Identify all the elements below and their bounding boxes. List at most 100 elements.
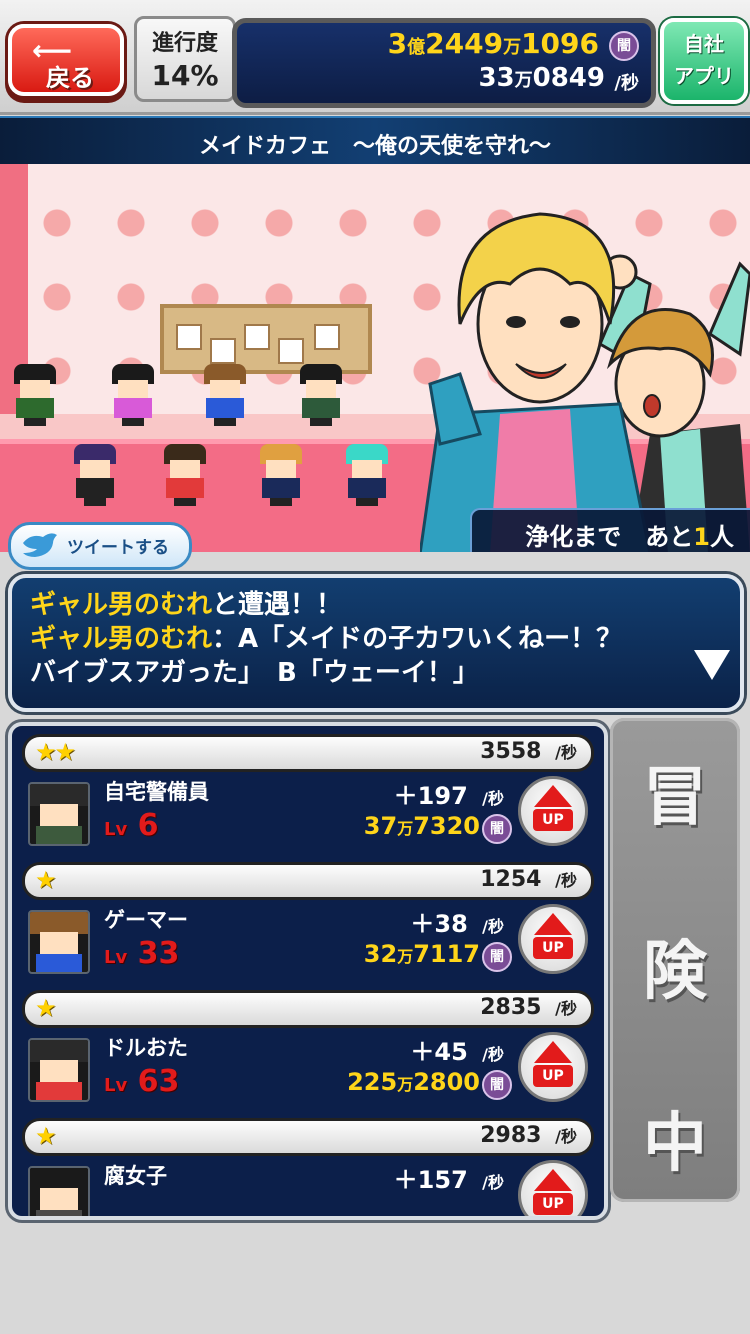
unit-gain: ＋197 /秒 (394, 776, 504, 811)
upgrade-cost: 37万7320 (364, 812, 480, 840)
app-button-line2: アプリ (674, 64, 734, 88)
level-up-button[interactable]: UP (518, 904, 588, 974)
adventure-char-3: 中 (643, 1107, 707, 1181)
adventure-char-2: 険 (643, 935, 707, 1009)
money-oku-unit: 億 (407, 37, 426, 58)
party-sprite (70, 444, 120, 506)
unit-portrait (28, 910, 90, 974)
gain-value: ＋157 (393, 1166, 468, 1194)
progress-value: 14% (151, 59, 219, 92)
money-panel: 3億2449万1096 闇 33万0849 /秒 (232, 18, 656, 108)
unit-portrait (28, 1166, 90, 1216)
party-sprite (256, 444, 306, 506)
cost-man: 37 (363, 812, 398, 840)
message-line-3: バイブスアガった」 B「ウェーイ！」 (30, 652, 479, 689)
unit-portrait (28, 782, 90, 846)
cost-unit: 万 (397, 1075, 414, 1094)
up-arrow-icon (534, 1169, 572, 1191)
level-prefix: Lv (104, 947, 128, 968)
enemy-boy-blond-hair (420, 212, 652, 552)
rate-unit: /秒 (482, 789, 504, 808)
upgrade-cost: 225万2800 (347, 1068, 480, 1096)
message-line-1: ギャル男のむれと遭遇！！ (30, 584, 342, 621)
yami-currency-icon: 闇 (609, 31, 639, 61)
unit-card: ★★ 3558 /秒 自宅警備員 Lv 6 ＋197 /秒 37万7320 闇 … (12, 726, 604, 856)
cost-rest: 7117 (413, 940, 480, 968)
message-window[interactable]: ギャル男のむれと遭遇！！ ギャル男のむれ：A「メイドの子カワいくねー！？ バイブ… (8, 574, 744, 712)
money-oku: 3 (387, 27, 408, 60)
unit-level: Lv 63 (104, 1064, 179, 1099)
battle-scene[interactable]: 浄化まで あと1人 (0, 164, 750, 552)
party-sprite (342, 444, 392, 506)
company-app-button[interactable]: 自社 アプリ (660, 18, 748, 104)
rate-unit: /秒 (482, 917, 504, 936)
remaining-number: 1 (693, 523, 710, 551)
adventure-status-button[interactable]: 冒 険 中 (610, 718, 740, 1202)
up-arrow-icon (534, 785, 572, 807)
back-button[interactable]: ⟵ 戻る (8, 24, 124, 96)
stage-title-bar: メイドカフェ ～俺の天使を守れ～ (0, 116, 750, 166)
party-sprite (108, 364, 158, 426)
bird-icon (23, 533, 57, 557)
rate-unit: /秒 (482, 1045, 504, 1064)
gain-value: ＋197 (393, 782, 468, 810)
app-button-line1: 自社 (684, 32, 724, 56)
level-value: 63 (137, 1064, 180, 1099)
remaining-suffix: 人 (710, 523, 734, 551)
level-prefix: Lv (104, 819, 128, 840)
cost-man: 32 (363, 940, 398, 968)
rate-value: 3558 (480, 739, 542, 764)
remaining-count-box: 浄化まで あと1人 (470, 508, 750, 552)
yami-currency-icon: 闇 (482, 942, 512, 972)
message-line-2: ギャル男のむれ：A「メイドの子カワいくねー！？ (30, 618, 622, 655)
message-text: ：A「メイドの子カワいくねー！？ (212, 624, 623, 654)
top-bar: ⟵ 戻る 進行度 14% 3億2449万1096 闇 33万0849 /秒 自社… (0, 0, 750, 115)
unit-gain: ＋45 /秒 (410, 1032, 504, 1067)
party-sprite (200, 364, 250, 426)
up-label: UP (533, 1193, 573, 1215)
rarity-stars-icon: ★ (35, 994, 56, 1022)
rate-man: 33 (478, 63, 515, 93)
back-button-label: 戻る (46, 64, 94, 92)
level-up-button[interactable]: UP (518, 1032, 588, 1102)
tweet-button[interactable]: ツイートする (8, 522, 192, 570)
unit-portrait (28, 1038, 90, 1102)
unit-name: ゲーマー (104, 908, 188, 932)
yami-currency-icon: 闇 (482, 1070, 512, 1100)
rarity-stars-icon: ★ (35, 1122, 56, 1150)
level-up-button[interactable]: UP (518, 776, 588, 846)
level-up-button[interactable]: UP (518, 1160, 588, 1216)
cost-rest: 2800 (413, 1068, 480, 1096)
unit-rate-bar: ★★ 3558 /秒 (22, 734, 594, 772)
message-text: バイブスアガった」 B「ウェーイ！」 (30, 658, 479, 688)
rate-unit: /秒 (482, 1173, 504, 1192)
unit-list[interactable]: ★★ 3558 /秒 自宅警備員 Lv 6 ＋197 /秒 37万7320 闇 … (8, 722, 608, 1220)
remaining-prefix: 浄化まで あと (525, 523, 694, 551)
unit-card: ★ 1254 /秒 ゲーマー Lv 33 ＋38 /秒 32万7117 闇 UP (12, 854, 604, 984)
unit-total-rate: 2983 /秒 (480, 1123, 577, 1148)
menu-item-icon (314, 324, 340, 350)
adventure-char-1: 冒 (643, 761, 707, 835)
unit-level: Lv 33 (104, 936, 179, 971)
rate-unit: /秒 (555, 999, 577, 1018)
menu-item-icon (176, 324, 202, 350)
upgrade-cost: 32万7117 (364, 940, 480, 968)
tweet-button-label: ツイートする (67, 538, 169, 558)
rate-man-unit: 万 (514, 70, 533, 91)
up-arrow-icon (534, 1041, 572, 1063)
money-rate-unit: /秒 (614, 73, 639, 94)
progress-box: 進行度 14% (134, 16, 236, 102)
next-triangle-icon[interactable] (694, 650, 730, 680)
unit-total-rate: 1254 /秒 (480, 867, 577, 892)
speaker-name: ギャル男のむれ (30, 590, 213, 620)
rarity-stars-icon: ★★ (35, 738, 76, 766)
cost-unit: 万 (397, 819, 414, 838)
up-label: UP (533, 937, 573, 959)
up-label: UP (533, 809, 573, 831)
money-rest: 1096 (521, 27, 599, 60)
menu-item-icon (244, 324, 270, 350)
menu-item-icon (210, 338, 236, 364)
unit-name: 自宅警備員 (104, 780, 209, 804)
party-sprite (296, 364, 346, 426)
unit-gain: ＋157 /秒 (394, 1160, 504, 1195)
